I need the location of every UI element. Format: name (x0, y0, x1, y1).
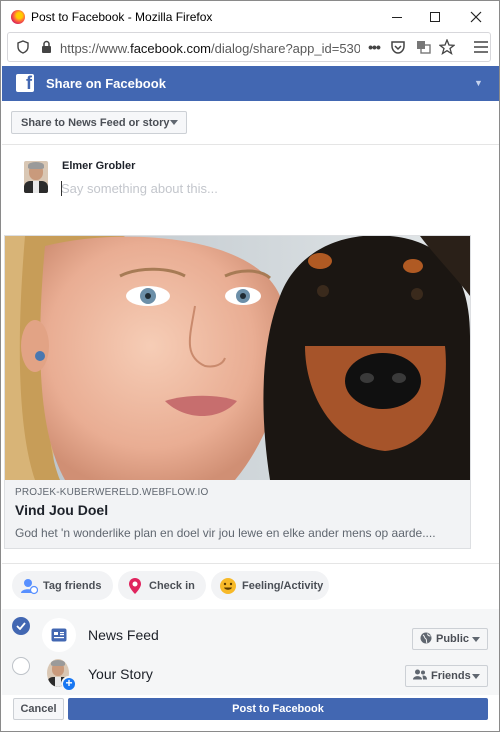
url-text[interactable]: https://www.facebook.com/dialog/share?ap… (60, 41, 360, 56)
post-text-input[interactable] (61, 179, 361, 197)
close-window-button[interactable] (464, 5, 488, 29)
news-feed-icon (42, 618, 76, 652)
shield-icon[interactable] (15, 39, 31, 55)
maximize-button[interactable] (423, 5, 447, 29)
avatar (24, 161, 48, 193)
news-feed-audience-label: Public (436, 633, 470, 645)
friends-icon (413, 669, 427, 683)
story-label: Your Story (88, 666, 153, 682)
cancel-button[interactable]: Cancel (13, 698, 64, 720)
text-cursor (61, 181, 62, 196)
url-host: facebook.com (130, 41, 212, 56)
smiley-icon (219, 577, 237, 595)
window-titlebar: Post to Facebook - Mozilla Firefox (1, 1, 499, 32)
globe-icon (420, 632, 432, 647)
browser-window: Post to Facebook - Mozilla Firefox https… (0, 0, 500, 732)
user-name: Elmer Grobler (62, 160, 136, 172)
share-target-row: Share to News Feed or story (2, 101, 499, 145)
link-title: Vind Jou Doel (15, 502, 109, 518)
location-pin-icon (126, 577, 144, 595)
story-checkbox[interactable] (12, 657, 30, 675)
tag-friends-button[interactable]: Tag friends (12, 571, 113, 600)
check-in-label: Check in (149, 579, 195, 592)
news-feed-checkbox[interactable] (12, 617, 30, 635)
dialog-footer: Cancel Post to Facebook (2, 695, 499, 731)
page-actions-icon[interactable]: ••• (366, 39, 382, 55)
window-title: Post to Facebook - Mozilla Firefox (31, 10, 213, 24)
share-destinations: News Feed Public + Your Story Friends (2, 609, 499, 695)
maximize-icon (430, 12, 440, 22)
minimize-icon (392, 16, 402, 18)
story-audience-dropdown[interactable]: Friends (405, 665, 488, 687)
share-target-label: Share to News Feed or story (21, 117, 170, 129)
link-preview-card[interactable]: PROJEK-KUBERWERELD.WEBFLOW.IO Vind Jou D… (4, 235, 471, 549)
lock-icon[interactable] (38, 39, 54, 55)
checkmark-icon (16, 622, 26, 630)
post-actions-row: Tag friends Check in Feeling/Activity (2, 563, 499, 609)
preview-image (5, 236, 470, 480)
firefox-logo-icon (11, 10, 25, 24)
menu-icon[interactable] (473, 39, 489, 55)
bookmark-star-icon[interactable] (439, 39, 455, 55)
tag-friends-label: Tag friends (43, 579, 102, 592)
caret-down-icon (472, 637, 480, 642)
dialog-title: Share on Facebook (46, 76, 166, 91)
add-story-icon: + (61, 676, 77, 692)
close-icon (470, 11, 482, 23)
post-to-facebook-button[interactable]: Post to Facebook (68, 698, 488, 720)
feeling-activity-label: Feeling/Activity (242, 579, 324, 592)
news-feed-label: News Feed (88, 627, 159, 643)
screenshot-icon[interactable] (415, 39, 431, 55)
news-feed-audience-dropdown[interactable]: Public (412, 628, 488, 650)
caret-down-icon (170, 120, 178, 125)
check-in-button[interactable]: Check in (118, 571, 206, 600)
minimize-button[interactable] (385, 5, 409, 29)
story-audience-label: Friends (431, 670, 471, 682)
link-domain: PROJEK-KUBERWERELD.WEBFLOW.IO (15, 487, 209, 498)
link-description: God het 'n wonderlike plan en doel vir j… (15, 526, 436, 540)
pocket-icon[interactable] (390, 39, 406, 55)
dialog-header: f Share on Facebook ▼ (2, 66, 499, 101)
tag-friends-icon (20, 577, 38, 595)
caret-down-icon (472, 674, 480, 679)
collapse-chevron-icon[interactable]: ▼ (474, 78, 483, 88)
share-target-dropdown[interactable]: Share to News Feed or story (11, 111, 187, 134)
facebook-logo-icon: f (16, 73, 34, 93)
url-scheme: https://www. (60, 41, 131, 56)
feeling-activity-button[interactable]: Feeling/Activity (211, 571, 329, 600)
url-path: /dialog/share?app_id=53032 (211, 41, 360, 56)
